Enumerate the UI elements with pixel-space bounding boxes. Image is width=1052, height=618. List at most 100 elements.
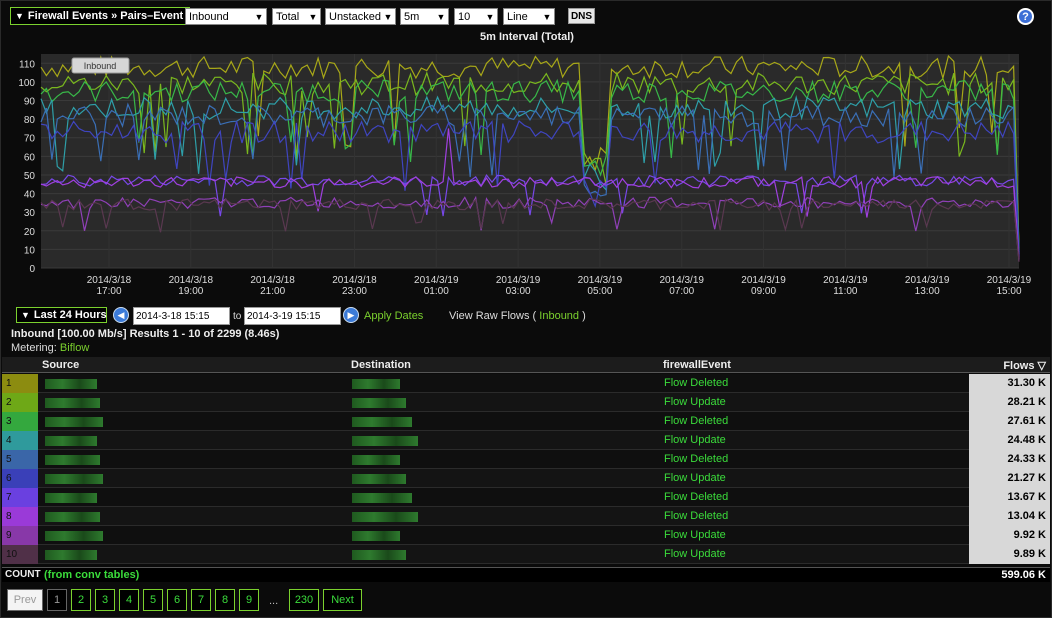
column-flows[interactable]: Flows ▽ — [1003, 359, 1046, 372]
table-row[interactable]: 6 Flow Update 21.27 K — [2, 469, 1050, 488]
page-1-button[interactable]: 1 — [47, 589, 67, 611]
flows-value: 9.89 K — [969, 545, 1050, 564]
page-5-button[interactable]: 5 — [143, 589, 163, 611]
page-3-button[interactable]: 3 — [95, 589, 115, 611]
x-tick-date: 2014/3/19 — [741, 275, 786, 286]
x-tick-date: 2014/3/19 — [578, 275, 623, 286]
metering-label: Metering: — [11, 342, 57, 354]
chevron-down-icon: ▼ — [485, 11, 495, 22]
flows-value: 24.48 K — [969, 431, 1050, 450]
table-row[interactable]: 5 Flow Deleted 24.33 K — [2, 450, 1050, 469]
y-tick-label: 0 — [29, 264, 35, 275]
table-row[interactable]: 3 Flow Deleted 27.61 K — [2, 412, 1050, 431]
destination-host[interactable] — [352, 436, 418, 446]
y-tick-label: 40 — [24, 190, 36, 201]
row-rank: 2 — [2, 393, 38, 412]
flows-value: 21.27 K — [969, 469, 1050, 488]
page-8-button[interactable]: 8 — [215, 589, 235, 611]
firewall-event: Flow Update — [664, 434, 726, 446]
column-source[interactable]: Source — [42, 359, 79, 371]
triangle-down-icon: ▼ — [15, 11, 24, 21]
x-tick-date: 2014/3/19 — [414, 275, 459, 286]
destination-host[interactable] — [352, 550, 406, 560]
end-date-input[interactable]: 2014-3-19 15:15 — [244, 307, 341, 325]
destination-host[interactable] — [352, 493, 412, 503]
flows-value: 13.67 K — [969, 488, 1050, 507]
firewall-event: Flow Update — [664, 472, 726, 484]
report-breadcrumb[interactable]: ▼ Firewall Events » Pairs–Event — [10, 7, 191, 25]
destination-host[interactable] — [352, 455, 400, 465]
x-tick-date: 2014/3/19 — [987, 275, 1032, 286]
previous-range-icon[interactable]: ◀ — [113, 307, 129, 323]
table-row[interactable]: 1 Flow Deleted 31.30 K — [2, 374, 1050, 393]
total-select-value: Total — [276, 10, 300, 23]
destination-host[interactable] — [352, 417, 412, 427]
source-host[interactable] — [45, 550, 97, 560]
next-range-icon[interactable]: ▶ — [343, 307, 359, 323]
x-tick-time: 21:00 — [260, 286, 285, 297]
page-9-button[interactable]: 9 — [239, 589, 259, 611]
app-window: ▼ Firewall Events » Pairs–Event Inbound ▼… — [0, 0, 1052, 618]
table-row[interactable]: 7 Flow Deleted 13.67 K — [2, 488, 1050, 507]
x-tick-time: 05:00 — [587, 286, 612, 297]
metering-value: Biflow — [59, 342, 90, 354]
y-tick-label: 20 — [24, 227, 36, 238]
charttype-select[interactable]: Line ▼ — [503, 8, 555, 25]
chevron-down-icon: ▼ — [383, 11, 393, 22]
source-host[interactable] — [45, 398, 100, 408]
column-destination[interactable]: Destination — [351, 359, 411, 371]
last-page-button[interactable]: 230 — [289, 589, 319, 611]
destination-host[interactable] — [352, 474, 406, 484]
direction-select[interactable]: Inbound ▼ — [185, 8, 267, 25]
pager-ellipsis: ... — [269, 595, 279, 607]
apply-dates-link[interactable]: Apply Dates — [364, 310, 423, 322]
table-row[interactable]: 8 Flow Deleted 13.04 K — [2, 507, 1050, 526]
row-rank: 10 — [2, 545, 38, 564]
row-rank: 1 — [2, 374, 38, 393]
page-6-button[interactable]: 6 — [167, 589, 187, 611]
page-2-button[interactable]: 2 — [71, 589, 91, 611]
source-host[interactable] — [45, 436, 97, 446]
destination-host[interactable] — [352, 531, 400, 541]
help-icon[interactable]: ? — [1017, 8, 1034, 25]
table-row[interactable]: 2 Flow Update 28.21 K — [2, 393, 1050, 412]
page-4-button[interactable]: 4 — [119, 589, 139, 611]
source-host[interactable] — [45, 379, 97, 389]
firewall-event: Flow Update — [664, 529, 726, 541]
column-firewall-event[interactable]: firewallEvent — [663, 359, 731, 371]
traffic-line-chart[interactable]: 0102030405060708090100110 2014/3/1817:00… — [1, 49, 1052, 299]
table-row[interactable]: 4 Flow Update 24.48 K — [2, 431, 1050, 450]
source-host[interactable] — [45, 455, 100, 465]
dns-button[interactable]: DNS — [568, 8, 595, 24]
flows-value: 31.30 K — [969, 374, 1050, 393]
destination-host[interactable] — [352, 398, 406, 408]
x-tick-date: 2014/3/19 — [905, 275, 950, 286]
charttype-select-value: Line — [507, 10, 528, 23]
x-tick-date: 2014/3/18 — [87, 275, 132, 286]
row-rank: 8 — [2, 507, 38, 526]
y-tick-label: 30 — [24, 208, 36, 219]
count-select[interactable]: 10 ▼ — [454, 8, 498, 25]
stacking-select-value: Unstacked — [329, 10, 381, 23]
time-range-button[interactable]: ▼ Last 24 Hours — [16, 307, 107, 323]
start-date-input[interactable]: 2014-3-18 15:15 — [133, 307, 230, 325]
page-7-button[interactable]: 7 — [191, 589, 211, 611]
source-host[interactable] — [45, 512, 100, 522]
x-tick-date: 2014/3/18 — [250, 275, 295, 286]
destination-host[interactable] — [352, 512, 418, 522]
stacking-select[interactable]: Unstacked ▼ — [325, 8, 396, 25]
table-row[interactable]: 9 Flow Update 9.92 K — [2, 526, 1050, 545]
interval-select[interactable]: 5m ▼ — [400, 8, 449, 25]
source-host[interactable] — [45, 493, 97, 503]
total-select[interactable]: Total ▼ — [272, 8, 321, 25]
firewall-event: Flow Deleted — [664, 491, 729, 503]
source-host[interactable] — [45, 531, 103, 541]
prev-page-button[interactable]: Prev — [7, 589, 43, 611]
chevron-down-icon: ▼ — [308, 11, 318, 22]
source-host[interactable] — [45, 474, 103, 484]
table-row[interactable]: 10 Flow Update 9.89 K — [2, 545, 1050, 564]
raw-flows-link[interactable]: Inbound — [539, 310, 579, 322]
destination-host[interactable] — [352, 379, 400, 389]
next-page-button[interactable]: Next — [323, 589, 362, 611]
source-host[interactable] — [45, 417, 103, 427]
